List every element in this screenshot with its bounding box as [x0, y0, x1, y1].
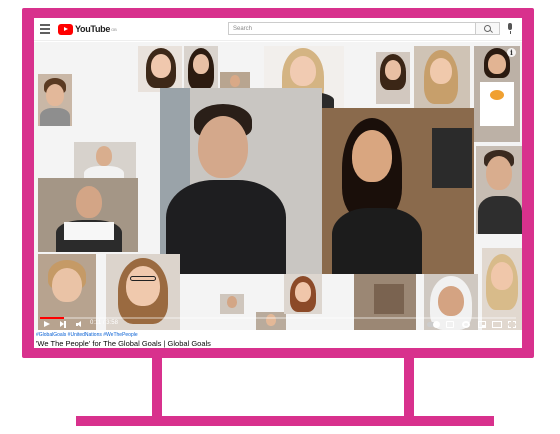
video-hashtags[interactable]: #GlobalGoals #UnitedNations #WeThePeople [36, 332, 138, 338]
search-icon [484, 25, 491, 32]
video-tile-girl-sign [474, 46, 520, 142]
video-tile-small-man [220, 294, 244, 314]
monitor-stand-base [76, 416, 494, 426]
settings-gear-icon[interactable] [462, 321, 470, 328]
fullscreen-icon[interactable] [508, 321, 516, 328]
microphone-icon[interactable] [508, 23, 512, 34]
play-icon[interactable] [44, 321, 50, 327]
video-tile-man-paper [38, 178, 138, 252]
monitor-stand-right [404, 358, 414, 422]
miniplayer-icon[interactable] [478, 321, 486, 328]
video-tile-blonde-girl-2 [414, 46, 470, 108]
monitor-screen: YouTube GB Search i 0:11 / 3:58 #GlobalG… [34, 18, 522, 348]
theater-mode-icon[interactable] [492, 321, 502, 328]
time-display: 0:11 / 3:58 [90, 320, 118, 326]
autoplay-toggle-icon[interactable] [427, 321, 440, 328]
video-tile-main-woman [322, 108, 474, 274]
youtube-region-code: GB [111, 26, 117, 32]
subtitles-icon[interactable] [446, 321, 454, 328]
video-tile-child [38, 74, 72, 126]
video-tile-man-right [476, 146, 522, 234]
video-tile-girl-1 [138, 46, 182, 92]
youtube-logo[interactable]: YouTube GB [58, 23, 117, 35]
video-tile-redhead [284, 274, 322, 314]
search-input[interactable]: Search [228, 22, 476, 35]
video-title: 'We The People' for The Global Goals | G… [36, 339, 211, 348]
video-player[interactable]: i 0:11 / 3:58 [34, 42, 522, 330]
next-icon[interactable] [60, 321, 66, 328]
video-tile-girl-2 [184, 46, 218, 92]
youtube-logo-text: YouTube [75, 24, 111, 34]
youtube-play-logo-icon [58, 23, 73, 35]
player-controls: 0:11 / 3:58 [34, 319, 522, 330]
info-icon[interactable]: i [507, 48, 516, 57]
video-tile-girl-3 [376, 52, 410, 104]
search-button[interactable] [476, 22, 500, 35]
menu-icon[interactable] [40, 24, 50, 34]
monitor-frame: YouTube GB Search i 0:11 / 3:58 #GlobalG… [22, 8, 534, 358]
youtube-header: YouTube GB Search [34, 18, 522, 41]
monitor-stand-left [152, 358, 162, 422]
volume-icon[interactable] [76, 321, 84, 328]
video-tile-main-man [160, 88, 322, 274]
